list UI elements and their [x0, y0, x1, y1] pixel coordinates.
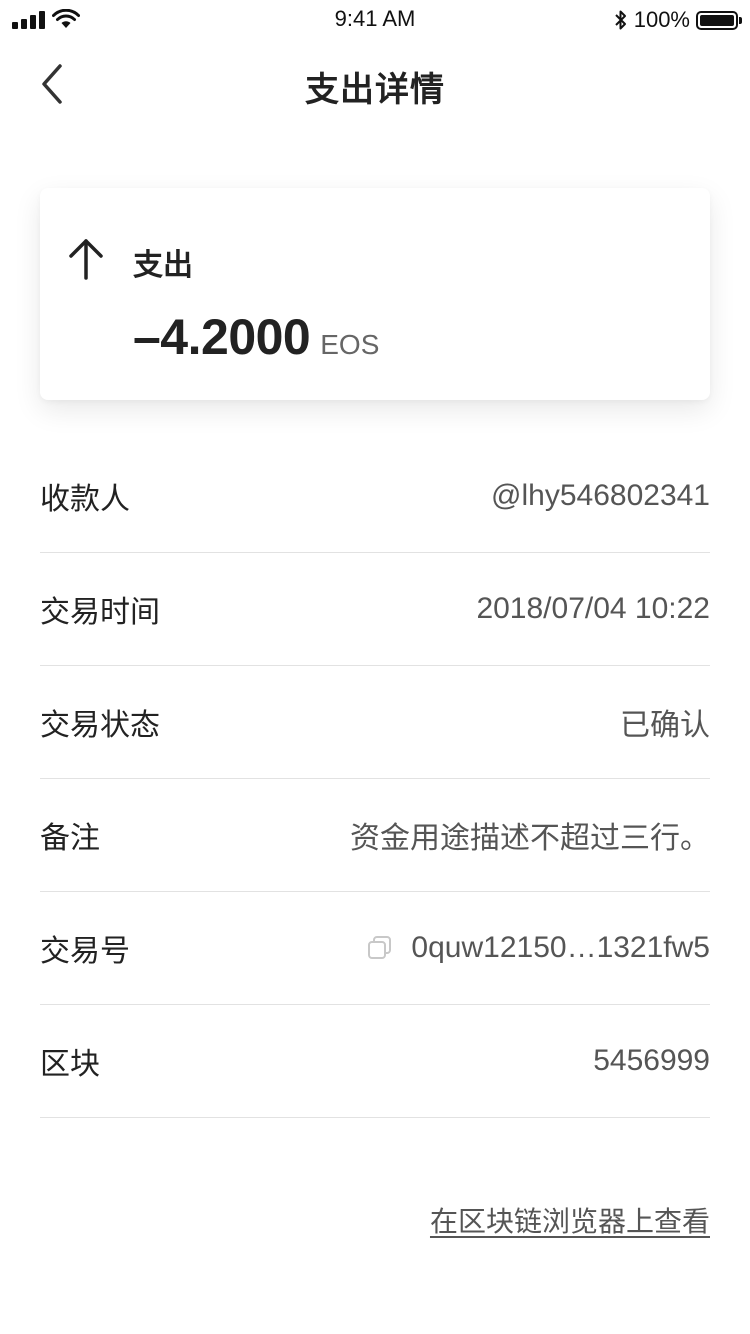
- detail-row-time: 交易时间 2018/07/04 10:22: [40, 553, 710, 666]
- battery-fill: [700, 14, 734, 26]
- memo-label: 备注: [40, 822, 100, 855]
- detail-row-status: 交易状态 已确认: [40, 666, 710, 779]
- payee-value: @lhy546802341: [491, 479, 710, 512]
- arrow-up-icon: [69, 239, 103, 280]
- transaction-amount: –4.2000: [133, 309, 311, 365]
- payee-label: 收款人: [40, 483, 130, 516]
- amount-row: –4.2000 EOS: [133, 308, 379, 366]
- battery-tip: [739, 16, 742, 24]
- tx-id-label: 交易号: [40, 935, 130, 968]
- battery-percent: 100%: [633, 7, 690, 32]
- copy-icon[interactable]: [367, 935, 393, 961]
- block-label: 区块: [40, 1048, 100, 1081]
- time-label: 交易时间: [40, 596, 160, 629]
- time-value: 2018/07/04 10:22: [476, 592, 710, 625]
- detail-row-payee: 收款人 @lhy546802341: [40, 440, 710, 553]
- transaction-summary-card: 支出 –4.2000 EOS: [40, 188, 710, 400]
- tx-id-value-wrap: 0quw12150…1321fw5: [367, 931, 710, 965]
- block-value: 5456999: [593, 1044, 710, 1077]
- transaction-type-label: 支出: [133, 249, 193, 282]
- detail-row-tx-id: 交易号 0quw12150…1321fw5: [40, 892, 710, 1005]
- bluetooth-icon: [615, 10, 626, 30]
- page-title: 支出详情: [305, 71, 445, 109]
- detail-row-memo: 备注 资金用途描述不超过三行。: [40, 779, 710, 892]
- view-in-explorer-link[interactable]: 在区块链浏览器上查看: [430, 1200, 710, 1240]
- tx-id-value: 0quw12150…1321fw5: [411, 931, 710, 964]
- details-list: 收款人 @lhy546802341 交易时间 2018/07/04 10:22 …: [40, 440, 710, 1118]
- detail-row-block: 区块 5456999: [40, 1005, 710, 1118]
- status-right: 100%: [614, 7, 742, 33]
- currency-unit: EOS: [320, 329, 380, 360]
- battery-icon: [696, 10, 742, 30]
- status-value: 已确认: [620, 709, 710, 742]
- memo-value: 资金用途描述不超过三行。: [350, 822, 710, 855]
- status-label: 交易状态: [40, 709, 160, 742]
- status-bar: 9:41 AM 100%: [0, 0, 750, 40]
